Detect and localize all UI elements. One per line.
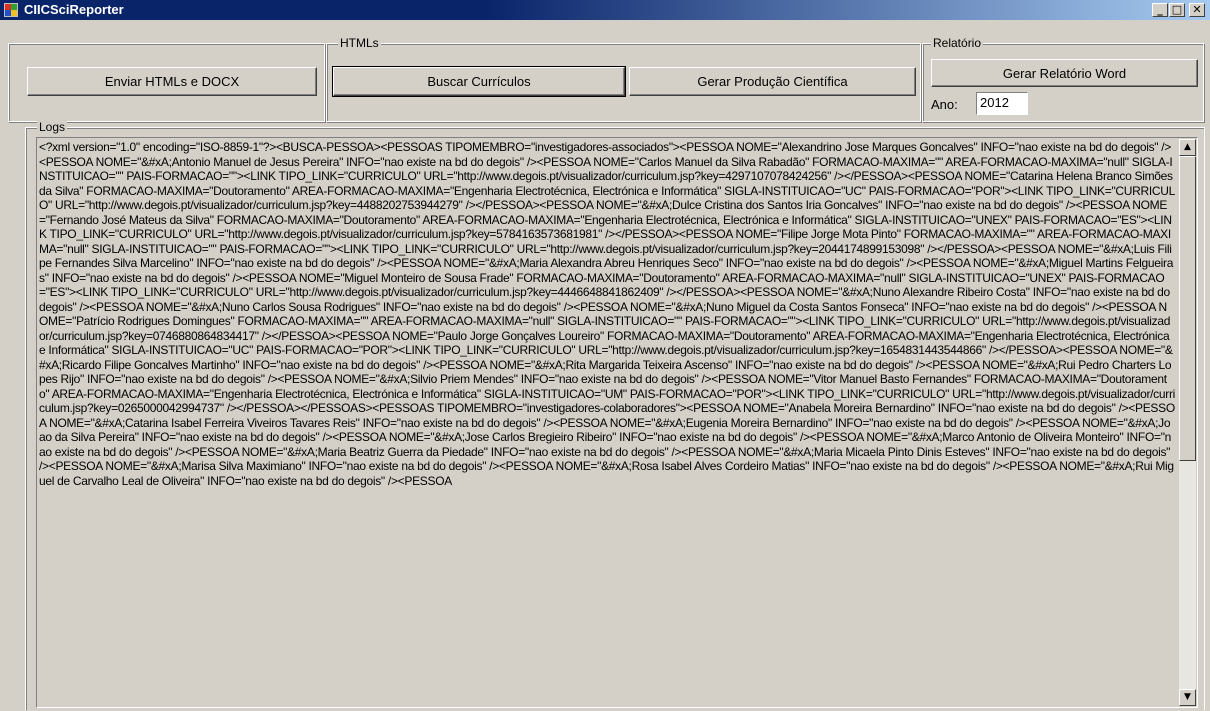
generate-word-report-button[interactable]: Gerar Relatório Word	[931, 59, 1198, 87]
arrow-down-icon: ▼	[1184, 692, 1191, 702]
scroll-up-button[interactable]: ▲	[1179, 139, 1196, 156]
window-title: CIICSciReporter	[24, 2, 124, 17]
search-curricula-button[interactable]: Buscar Currículos	[332, 66, 626, 97]
logs-textbox[interactable]: <?xml version="1.0" encoding="ISO-8859-1…	[36, 137, 1198, 708]
generate-scientific-production-button[interactable]: Gerar Produção Científica	[629, 67, 916, 96]
send-htmls-docx-label: Enviar HTMLs e DOCX	[104, 74, 240, 89]
scroll-thumb[interactable]	[1179, 156, 1196, 461]
app-icon	[4, 3, 18, 17]
logs-scrollbar[interactable]: ▲ ▼	[1179, 139, 1196, 706]
scroll-down-button[interactable]: ▼	[1179, 689, 1196, 706]
generate-word-report-label: Gerar Relatório Word	[1002, 65, 1127, 81]
arrow-up-icon: ▲	[1184, 142, 1191, 152]
year-input-value: 2012	[980, 95, 1009, 110]
generate-scientific-production-label: Gerar Produção Científica	[697, 74, 848, 89]
minimize-icon: _	[1157, 3, 1163, 16]
search-curricula-label: Buscar Currículos	[427, 74, 531, 89]
minimize-button[interactable]: _	[1152, 3, 1168, 17]
maximize-icon: □	[1171, 3, 1183, 16]
maximize-button[interactable]: □	[1169, 3, 1185, 17]
send-htmls-docx-button[interactable]: Enviar HTMLs e DOCX	[27, 67, 317, 96]
year-label: Ano:	[931, 97, 958, 112]
close-button[interactable]: ✕	[1189, 3, 1205, 17]
logs-text: <?xml version="1.0" encoding="ISO-8859-1…	[39, 140, 1175, 488]
year-input[interactable]: 2012	[976, 92, 1028, 115]
htmls-group-label: HTMLs	[338, 35, 381, 51]
logs-group-label: Logs	[37, 119, 68, 135]
report-group-label: Relatório	[931, 35, 984, 51]
close-icon: ✕	[1192, 3, 1202, 16]
title-bar[interactable]: CIICSciReporter _ □ ✕	[0, 0, 1210, 20]
